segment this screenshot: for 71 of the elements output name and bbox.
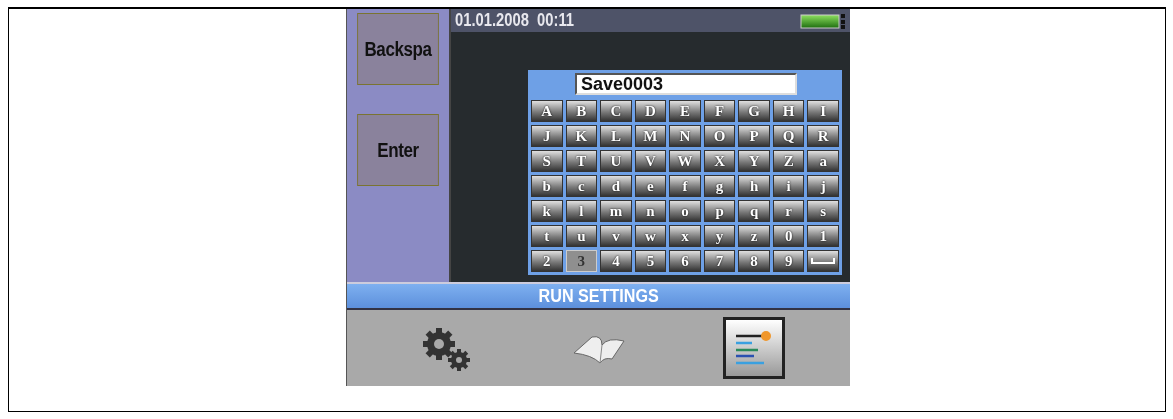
keyboard-key[interactable]: 8 [738,250,770,272]
keyboard-key[interactable]: T [565,150,598,172]
keyboard-key[interactable]: c [565,175,598,197]
toolbar-button[interactable] [722,317,785,379]
keyboard-key[interactable]: Z [772,150,805,172]
keyboard-key[interactable]: I [807,100,839,122]
side-button[interactable]: Enter [357,114,439,186]
keyboard-key[interactable]: e [634,175,667,197]
keyboard-key[interactable]: w [634,225,667,247]
keyboard-key[interactable]: f [669,175,701,197]
keyboard-key[interactable]: S [531,150,563,172]
keyboard-key[interactable]: x [669,225,701,247]
keyboard-key[interactable]: v [600,225,632,247]
keyboard-key[interactable]: l [565,200,598,222]
keyboard-key[interactable]: a [807,150,839,172]
keyboard-key[interactable]: E [669,100,701,122]
keyboard-key[interactable]: 0 [772,225,805,247]
keyboard-key[interactable] [807,250,839,272]
space-icon [811,257,836,265]
keyboard-key[interactable]: M [634,125,667,147]
keyboard-key[interactable]: i [772,175,805,197]
keyboard-key[interactable]: 6 [669,250,701,272]
keyboard-key[interactable]: m [600,200,632,222]
keyboard-key[interactable]: G [738,100,770,122]
keyboard-key[interactable]: s [807,200,839,222]
keyboard-key[interactable]: 3 [565,250,598,272]
title-bar: RUN SETTINGS [347,282,850,310]
keyboard-key[interactable]: Y [738,150,770,172]
keyboard-key[interactable]: u [565,225,598,247]
keyboard-key[interactable]: H [772,100,805,122]
keyboard-key[interactable]: K [565,125,598,147]
keyboard-key[interactable]: 4 [600,250,632,272]
keyboard-key[interactable]: B [565,100,598,122]
keyboard-key[interactable]: g [703,175,736,197]
keyboard-key[interactable]: J [531,125,563,147]
keyboard-key[interactable]: b [531,175,563,197]
keyboard-key[interactable]: 7 [703,250,736,272]
keyboard-key[interactable]: n [634,200,667,222]
keyboard-key[interactable]: j [807,175,839,197]
keyboard-key[interactable]: R [807,125,839,147]
keyboard-key[interactable]: U [600,150,632,172]
keyboard-key[interactable]: O [703,125,736,147]
keyboard-key[interactable]: F [703,100,736,122]
keyboard-key[interactable]: p [703,200,736,222]
filename-field[interactable]: Save0003 [575,73,797,95]
keyboard-key[interactable]: 2 [531,250,563,272]
keyboard-key[interactable]: 1 [807,225,839,247]
side-button[interactable]: Backspa [357,13,439,85]
keyboard-key[interactable]: N [669,125,701,147]
keyboard-key[interactable]: D [634,100,667,122]
keyboard-key[interactable]: z [738,225,770,247]
keyboard-key[interactable]: 9 [772,250,805,272]
keyboard-key[interactable]: X [703,150,736,172]
date-time: 01.01.2008 00:11 [455,10,574,31]
keyboard-key[interactable]: q [738,200,770,222]
keyboard-key[interactable]: o [669,200,701,222]
keyboard-key[interactable]: t [531,225,563,247]
keyboard-key[interactable]: P [738,125,770,147]
keyboard-key[interactable]: Q [772,125,805,147]
keyboard-key[interactable]: L [600,125,632,147]
keyboard-key[interactable]: k [531,200,563,222]
keyboard-key[interactable]: W [669,150,701,172]
keyboard-key[interactable]: A [531,100,563,122]
keyboard-key[interactable]: r [772,200,805,222]
battery-icon [800,12,846,29]
keyboard-key[interactable]: h [738,175,770,197]
keyboard-key[interactable]: d [600,175,632,197]
keyboard-key[interactable]: y [703,225,736,247]
keyboard-key[interactable]: V [634,150,667,172]
keyboard-key[interactable]: 5 [634,250,667,272]
keyboard-key[interactable]: C [600,100,632,122]
